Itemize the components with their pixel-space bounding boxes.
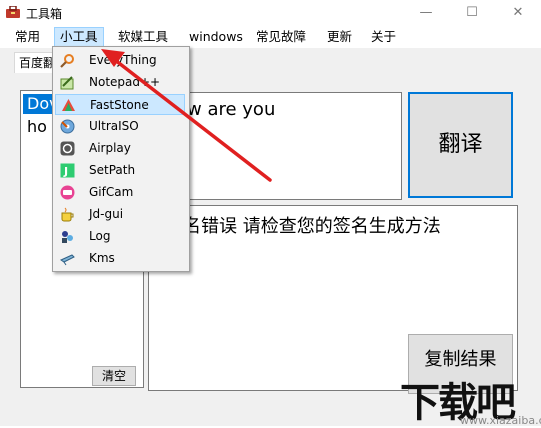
- list-item[interactable]: ho: [27, 117, 47, 136]
- menu-update[interactable]: 更新: [322, 28, 357, 46]
- title-bar: 工具箱 — ☐ ✕: [0, 0, 541, 26]
- menu-item-log[interactable]: Log: [55, 226, 185, 247]
- watermark-logo: 下载吧 www.xiazaiba.com: [400, 380, 541, 427]
- gifcam-icon: [60, 185, 75, 200]
- menu-item-kms[interactable]: Kms: [55, 248, 185, 269]
- menu-item-notepadpp[interactable]: Notepad++: [55, 72, 185, 93]
- result-text: 名错误 请检查您的签名生成方法: [183, 216, 441, 237]
- everything-icon: [60, 54, 74, 68]
- airplay-icon: [60, 141, 75, 156]
- small-tools-dropdown: EveryThing Notepad++ FastStone UltraISO: [52, 46, 190, 272]
- menu-common-faults[interactable]: 常见故障: [251, 28, 311, 46]
- source-text: w are you: [187, 99, 276, 120]
- jdgui-icon: [61, 207, 74, 222]
- maximize-button[interactable]: ☐: [449, 0, 495, 26]
- menu-windows[interactable]: windows: [184, 28, 248, 46]
- ultraiso-icon: [60, 119, 75, 134]
- menu-bar: 常用 小工具 软媒工具 windows 常见故障 更新 关于: [0, 26, 541, 48]
- menu-item-jdgui[interactable]: Jd-gui: [55, 204, 185, 225]
- setpath-icon: J: [60, 163, 75, 178]
- log-icon: [62, 231, 73, 243]
- menu-item-faststone[interactable]: FastStone: [55, 94, 185, 115]
- menu-small-tools[interactable]: 小工具: [54, 27, 104, 47]
- kms-icon: [60, 254, 75, 266]
- menu-item-gifcam[interactable]: GifCam: [55, 182, 185, 203]
- menu-ruanmei-tools[interactable]: 软媒工具: [113, 28, 173, 46]
- minimize-button[interactable]: —: [403, 0, 449, 26]
- menu-common[interactable]: 常用: [10, 28, 45, 46]
- faststone-icon: [62, 99, 75, 111]
- translate-button[interactable]: 翻译: [408, 92, 513, 198]
- menu-item-ultraiso[interactable]: UltraISO: [55, 116, 185, 137]
- window-title: 工具箱: [26, 7, 63, 21]
- toolbox-icon: [6, 6, 20, 18]
- menu-item-setpath[interactable]: J SetPath: [55, 160, 185, 181]
- menu-about[interactable]: 关于: [366, 28, 401, 46]
- app-window: 工具箱 — ☐ ✕ 常用 小工具 软媒工具 windows 常见故障 更新 关于…: [0, 0, 541, 427]
- close-button[interactable]: ✕: [495, 0, 541, 26]
- menu-item-everything[interactable]: EveryThing: [55, 50, 185, 71]
- notepad-icon: [60, 76, 74, 90]
- menu-item-airplay[interactable]: Airplay: [55, 138, 185, 159]
- clear-button[interactable]: 清空: [92, 366, 136, 386]
- svg-text:J: J: [63, 165, 68, 178]
